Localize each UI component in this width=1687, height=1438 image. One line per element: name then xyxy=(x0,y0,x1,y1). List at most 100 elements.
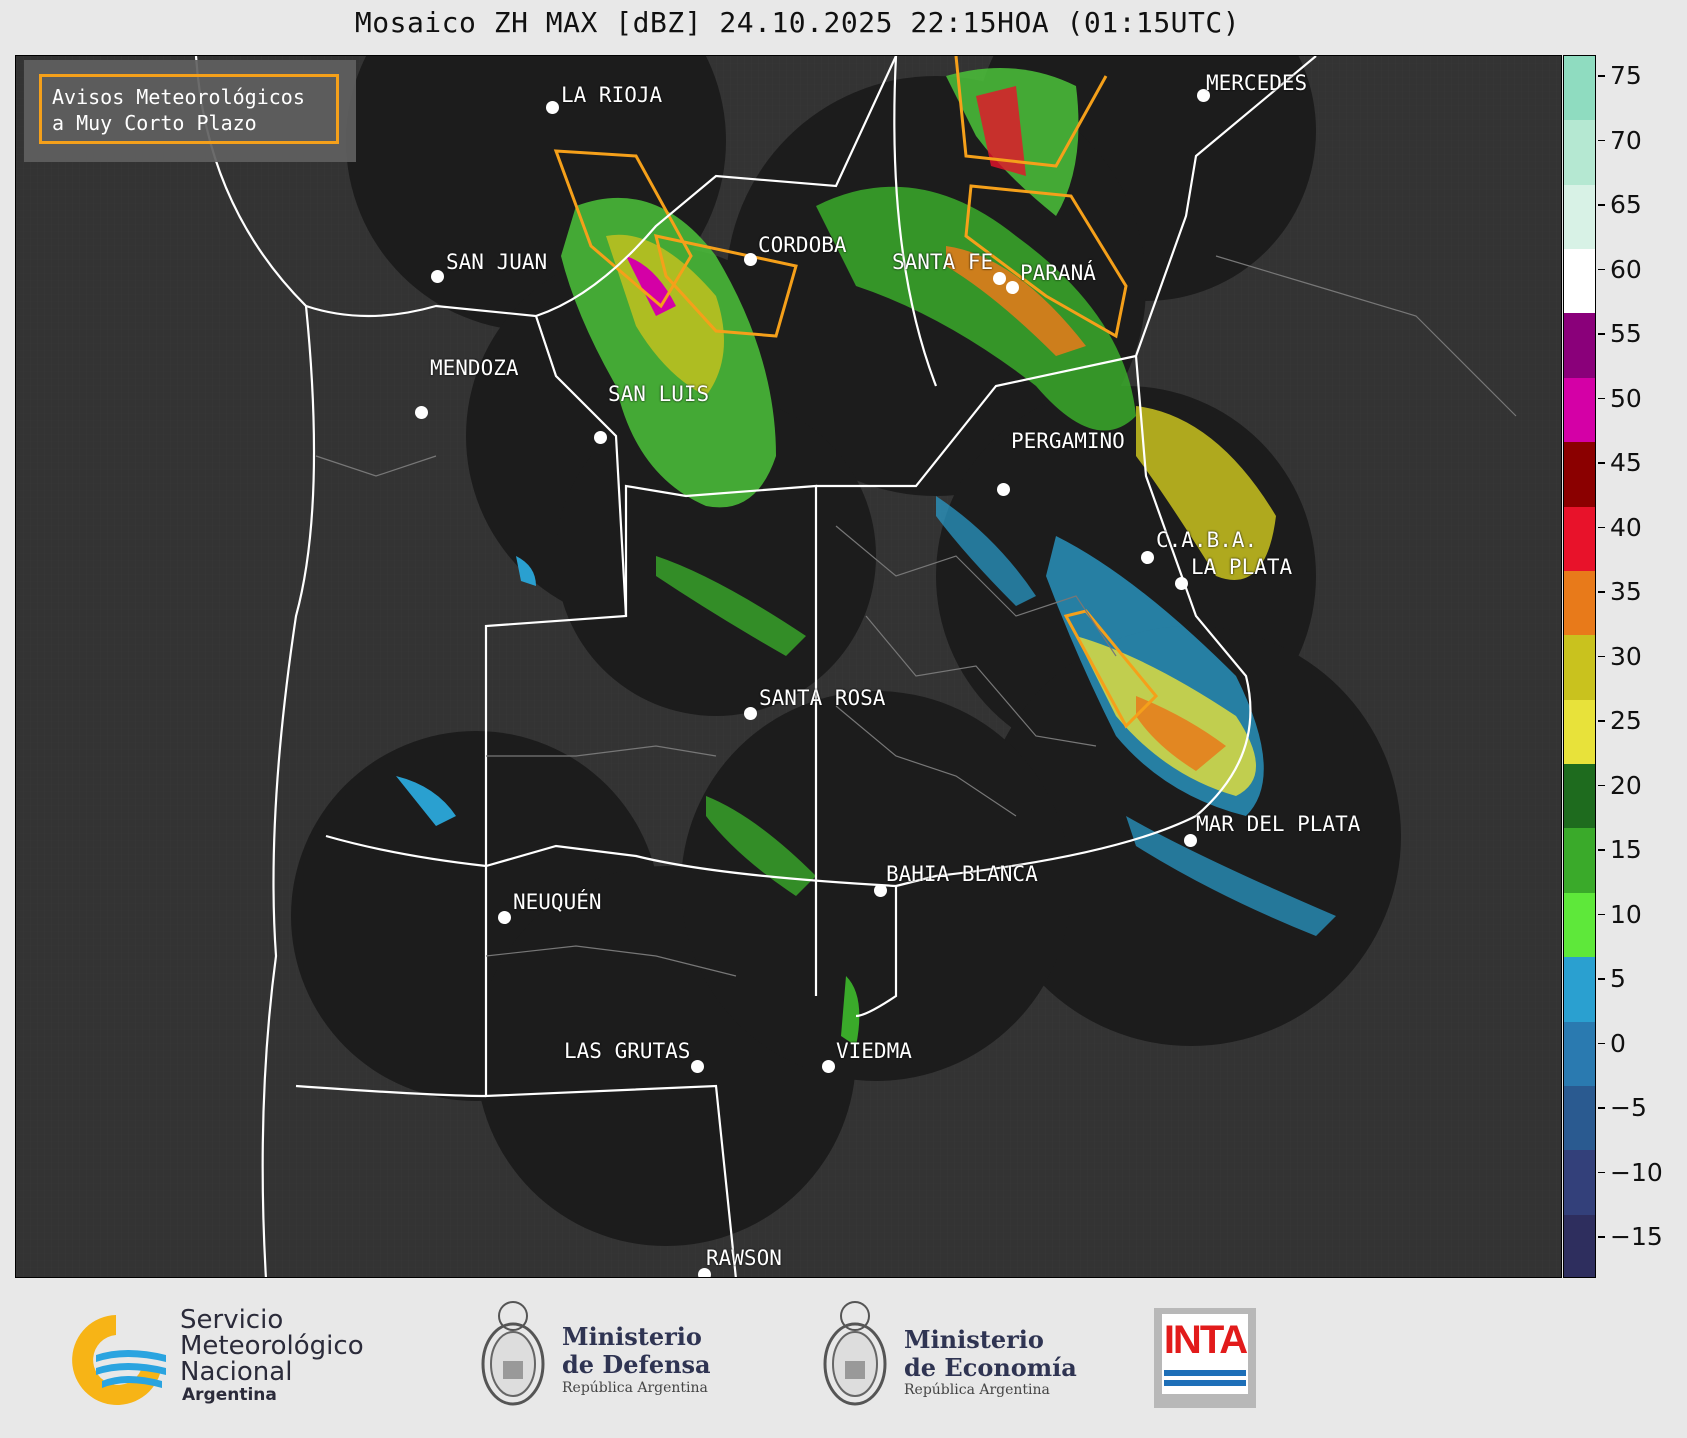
colorbar-segment xyxy=(1564,828,1595,894)
colorbar-segment xyxy=(1564,1150,1595,1216)
colorbar-tick-label: 65 xyxy=(1610,190,1642,219)
warnings-legend-line2: a Muy Corto Plazo xyxy=(52,111,257,135)
colorbar-tick-label: 5 xyxy=(1610,964,1626,993)
colorbar-tick xyxy=(1598,913,1605,915)
city-label: BAHIA BLANCA xyxy=(886,862,1038,886)
city-marker[interactable] xyxy=(744,253,757,266)
smn-logo-icon xyxy=(66,1310,174,1410)
colorbar xyxy=(1563,55,1596,1278)
city-label: LA RIOJA xyxy=(561,83,663,107)
warnings-legend-frame: Avisos Meteorológicos a Muy Corto Plazo xyxy=(39,74,339,144)
city-marker[interactable] xyxy=(1141,551,1154,564)
footer-logos: Servicio Meteorológico Nacional Argentin… xyxy=(0,1280,1687,1438)
city-marker[interactable] xyxy=(498,911,511,924)
colorbar-tick-label: 75 xyxy=(1610,61,1642,90)
colorbar-segment xyxy=(1564,120,1595,186)
colorbar-tick-label: 25 xyxy=(1610,706,1642,735)
colorbar-tick-label: 60 xyxy=(1610,254,1642,284)
city-label: C.A.B.A. xyxy=(1156,528,1258,552)
defensa-seal-icon xyxy=(478,1296,548,1414)
city-label: CORDOBA xyxy=(758,233,847,257)
colorbar-tick-label: 45 xyxy=(1610,448,1642,477)
city-label: VIEDMA xyxy=(836,1039,912,1063)
smn-line3: Nacional xyxy=(180,1357,293,1387)
colorbar-segment xyxy=(1564,892,1595,959)
colorbar-tick xyxy=(1598,1042,1605,1044)
colorbar-segment xyxy=(1564,957,1595,1023)
colorbar-tick-label: −10 xyxy=(1610,1157,1663,1187)
colorbar-segment xyxy=(1564,313,1595,379)
colorbar-tick xyxy=(1598,139,1605,141)
inta-logo-text: INTA xyxy=(1163,1318,1248,1362)
city-label: SANTA FE xyxy=(892,250,994,274)
defensa-line3: República Argentina xyxy=(562,1380,708,1396)
colorbar-tick-label: 50 xyxy=(1610,383,1642,413)
colorbar-tick xyxy=(1598,1236,1605,1238)
colorbar-tick-label: 10 xyxy=(1610,899,1642,929)
defensa-line2: de Defensa xyxy=(562,1350,711,1379)
city-label: LA PLATA xyxy=(1191,555,1293,579)
warnings-legend-line1: Avisos Meteorológicos xyxy=(52,85,305,109)
city-marker[interactable] xyxy=(1006,281,1019,294)
city-marker[interactable] xyxy=(546,101,559,114)
map-title: Mosaico ZH MAX [dBZ] 24.10.2025 22:15HOA… xyxy=(354,6,1241,39)
colorbar-segment xyxy=(1564,377,1595,444)
colorbar-tick-label: 20 xyxy=(1610,770,1642,800)
economia-seal-icon xyxy=(820,1296,890,1414)
colorbar-tick xyxy=(1598,526,1605,528)
city-label: LAS GRUTAS xyxy=(564,1039,691,1063)
colorbar-tick xyxy=(1598,978,1605,980)
colorbar-segment xyxy=(1564,1214,1595,1277)
colorbar-tick xyxy=(1598,591,1605,593)
city-label: NEUQUÉN xyxy=(513,890,602,914)
colorbar-tick-label: 55 xyxy=(1610,319,1642,348)
colorbar-tick-label: 0 xyxy=(1610,1028,1626,1058)
colorbar-tick xyxy=(1598,333,1605,335)
warnings-legend: Avisos Meteorológicos a Muy Corto Plazo xyxy=(24,60,356,162)
colorbar-segment xyxy=(1564,635,1595,701)
defensa-line1: Ministerio xyxy=(562,1322,702,1351)
colorbar-tick xyxy=(1598,720,1605,722)
smn-line4: Argentina xyxy=(182,1385,277,1405)
colorbar-segment xyxy=(1564,56,1595,122)
city-label: MERCEDES xyxy=(1206,71,1308,95)
city-marker[interactable] xyxy=(822,1060,835,1073)
colorbar-segment xyxy=(1564,249,1595,315)
colorbar-segment xyxy=(1564,570,1595,637)
city-label: PERGAMINO xyxy=(1011,429,1125,453)
city-marker[interactable] xyxy=(993,272,1006,285)
colorbar-tick xyxy=(1598,397,1605,399)
colorbar-tick xyxy=(1598,784,1605,786)
colorbar-tick-label: 30 xyxy=(1610,641,1642,671)
colorbar-segment xyxy=(1564,184,1595,251)
smn-line2: Meteorológico xyxy=(180,1331,364,1361)
city-marker[interactable] xyxy=(997,483,1010,496)
colorbar-segment xyxy=(1564,442,1595,508)
inta-logo-icon: INTA xyxy=(1154,1308,1256,1408)
colorbar-tick xyxy=(1598,268,1605,270)
colorbar-tick xyxy=(1598,462,1605,464)
city-marker[interactable] xyxy=(744,707,757,720)
colorbar-segment xyxy=(1564,764,1595,830)
colorbar-tick xyxy=(1598,204,1605,206)
colorbar-tick xyxy=(1598,75,1605,77)
city-label: PARANÁ xyxy=(1020,261,1096,285)
city-marker[interactable] xyxy=(431,270,444,283)
city-label: MENDOZA xyxy=(430,356,519,380)
city-label: SAN LUIS xyxy=(608,382,710,406)
city-marker[interactable] xyxy=(1175,577,1188,590)
colorbar-tick xyxy=(1598,849,1605,851)
colorbar-segment xyxy=(1564,1085,1595,1152)
city-marker[interactable] xyxy=(415,406,428,419)
colorbar-tick-label: 40 xyxy=(1610,512,1642,542)
colorbar-tick xyxy=(1598,655,1605,657)
colorbar-tick-label: 35 xyxy=(1610,577,1642,606)
economia-line1: Ministerio xyxy=(904,1325,1044,1354)
city-marker[interactable] xyxy=(691,1060,704,1073)
city-marker[interactable] xyxy=(594,431,607,444)
radar-map[interactable]: Avisos Meteorológicos a Muy Corto Plazo … xyxy=(15,55,1562,1278)
city-label: RAWSON xyxy=(706,1246,782,1270)
colorbar-tick xyxy=(1598,1171,1605,1173)
city-label: SAN JUAN xyxy=(446,250,548,274)
economia-line2: de Economía xyxy=(904,1353,1077,1382)
